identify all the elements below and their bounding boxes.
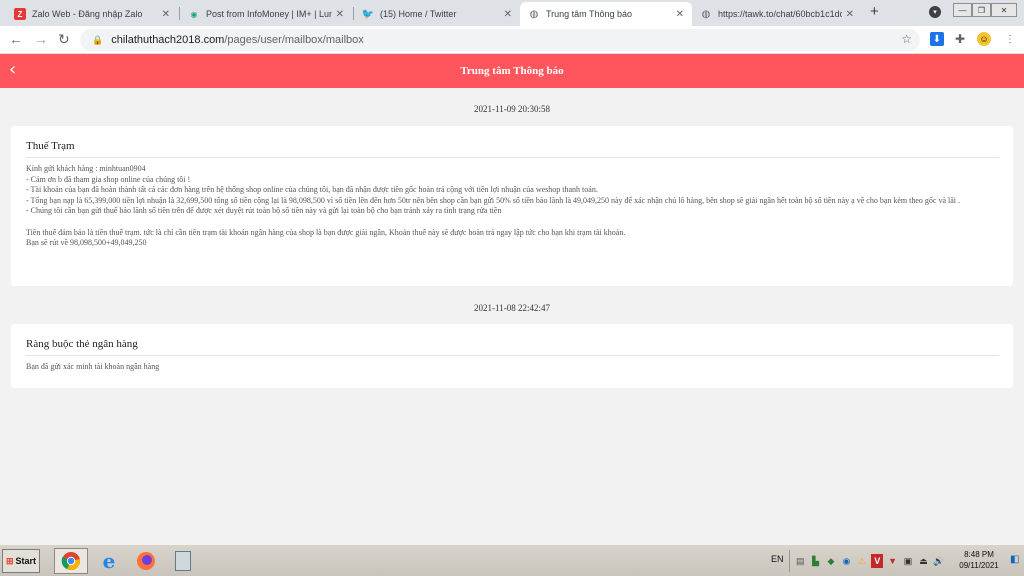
tray-antivirus-icon[interactable]: V (871, 554, 884, 568)
tab-title: Trung tâm Thông báo (546, 9, 633, 19)
page-title: Trung tâm Thông báo (460, 65, 564, 77)
tray-download-icon[interactable]: ▼ (886, 554, 898, 568)
tray-network-icon[interactable]: ▙ (809, 554, 821, 568)
mailbox-list: 2021-11-09 20:30:58 Thuế Trạm Kính gửi k… (0, 88, 1024, 544)
extension-download-icon[interactable]: ⬇ (930, 32, 944, 46)
globe-favicon-icon: ◍ (529, 8, 539, 20)
back-arrow-icon[interactable]: ← (9, 31, 23, 47)
forward-arrow-icon[interactable]: → (34, 31, 48, 47)
restore-icon[interactable]: ❐ (972, 3, 991, 17)
windows-logo-icon: ⊞ (5, 555, 14, 566)
extensions-puzzle-icon[interactable]: ✚ (953, 32, 967, 46)
infomoney-favicon-icon: ◉ (190, 9, 198, 19)
tray-shield-icon[interactable]: ◆ (825, 554, 837, 568)
language-indicator[interactable]: EN (771, 554, 784, 564)
tab-infomoney[interactable]: ◉ Post from InfoMoney | IM+ | Luna ✕ (180, 2, 352, 26)
taskbar-calculator[interactable] (166, 548, 200, 574)
tray-display-icon[interactable]: ▣ (902, 554, 914, 568)
message-card: Ràng buộc thẻ ngân hàng Bạn đã gửi xác m… (11, 324, 1013, 388)
tab-tawk[interactable]: ◍ https://tawk.to/chat/60bcb1c1dd ✕ (692, 2, 862, 26)
browser-toolbar: ← → ↻ 🔒 chilathuthach2018.com/pages/user… (0, 26, 1024, 54)
tab-twitter[interactable]: 🐦 (15) Home / Twitter ✕ (354, 2, 520, 26)
tray-warning-icon[interactable]: ⚠ (856, 554, 868, 568)
tray-clipboard-icon[interactable]: ▤ (794, 554, 806, 568)
internet-explorer-icon: e (102, 549, 116, 573)
more-menu-icon[interactable]: ⋮ (1003, 32, 1017, 46)
calculator-icon (175, 551, 191, 571)
browser-tab-strip: Z Zalo Web - Đăng nhập Zalo ✕ ◉ Post fro… (0, 0, 1024, 26)
clock-time: 8:48 PM (964, 550, 994, 559)
start-label: Start (15, 556, 37, 566)
app-header: Trung tâm Thông báo ‹ (0, 54, 1024, 88)
system-clock[interactable]: 8:48 PM 09/11/2021 (950, 549, 1008, 571)
tab-zalo[interactable]: Z Zalo Web - Đăng nhập Zalo ✕ (6, 2, 178, 26)
tab-title: Post from InfoMoney | IM+ | Luna (206, 9, 332, 19)
tab-title: Zalo Web - Đăng nhập Zalo (32, 9, 143, 19)
start-button[interactable]: ⊞ Start (2, 549, 40, 573)
twitter-favicon-icon: 🐦 (361, 8, 375, 20)
message-title: Ràng buộc thẻ ngân hàng (26, 338, 999, 356)
minimize-icon[interactable]: — (953, 3, 972, 17)
address-bar[interactable]: 🔒 chilathuthach2018.com/pages/user/mailb… (80, 29, 920, 51)
taskbar-chrome[interactable] (54, 548, 88, 574)
windows-taskbar: ⊞Start e EN ▤ ▙ ◆ ◉ ⚠ V ▼ ▣ ⏏ 🔊 8:48 PM (0, 544, 1024, 576)
reload-icon[interactable]: ↻ (58, 31, 70, 48)
close-window-icon[interactable]: ✕ (991, 3, 1017, 17)
tray-security-icon[interactable]: ◉ (840, 554, 852, 568)
close-icon[interactable]: ✕ (846, 9, 854, 20)
close-icon[interactable]: ✕ (676, 9, 684, 20)
tab-search-icon[interactable]: ▾ (929, 6, 941, 18)
firefox-icon (137, 552, 155, 570)
message-title: Thuế Trạm (26, 140, 999, 158)
chrome-icon (61, 552, 81, 571)
taskbar-internet-explorer[interactable]: e (92, 548, 126, 574)
url-path: /pages/user/mailbox/mailbox (224, 34, 364, 46)
new-tab-button[interactable]: + (870, 3, 879, 20)
globe-favicon-icon: ◍ (701, 8, 711, 20)
message-body: Bạn đã gửi xác minh tài khoản ngân hàng (26, 362, 160, 371)
message-date: 2021-11-08 22:42:47 (474, 303, 550, 313)
clock-date: 09/11/2021 (959, 561, 999, 570)
url-host: chilathuthach2018.com (111, 34, 225, 46)
back-chevron-icon[interactable]: ‹ (9, 59, 16, 80)
tab-title: https://tawk.to/chat/60bcb1c1dd (718, 9, 842, 19)
tray-usb-icon[interactable]: ⏏ (917, 554, 929, 568)
tray-volume-icon[interactable]: 🔊 (933, 554, 945, 568)
lock-icon: 🔒 (92, 34, 104, 45)
message-body: Kính gửi khách hàng : minhtuan0904 - Cảm… (26, 164, 961, 248)
message-date: 2021-11-09 20:30:58 (474, 104, 550, 114)
close-icon[interactable]: ✕ (162, 9, 170, 20)
zalo-favicon-icon: Z (14, 8, 26, 20)
close-icon[interactable]: ✕ (504, 9, 512, 20)
message-card: Thuế Trạm Kính gửi khách hàng : minhtuan… (11, 126, 1013, 286)
system-tray: ▤ ▙ ◆ ◉ ⚠ V ▼ ▣ ⏏ 🔊 (789, 550, 945, 572)
taskbar-firefox[interactable] (129, 548, 163, 574)
tab-notification-center[interactable]: ◍ Trung tâm Thông báo ✕ (520, 2, 692, 26)
bookmark-star-icon[interactable]: ☆ (901, 32, 912, 46)
show-desktop-icon[interactable]: ◧ (1010, 554, 1019, 565)
profile-avatar[interactable]: ☺ (977, 32, 991, 46)
close-icon[interactable]: ✕ (336, 9, 344, 20)
tab-title: (15) Home / Twitter (380, 9, 457, 19)
